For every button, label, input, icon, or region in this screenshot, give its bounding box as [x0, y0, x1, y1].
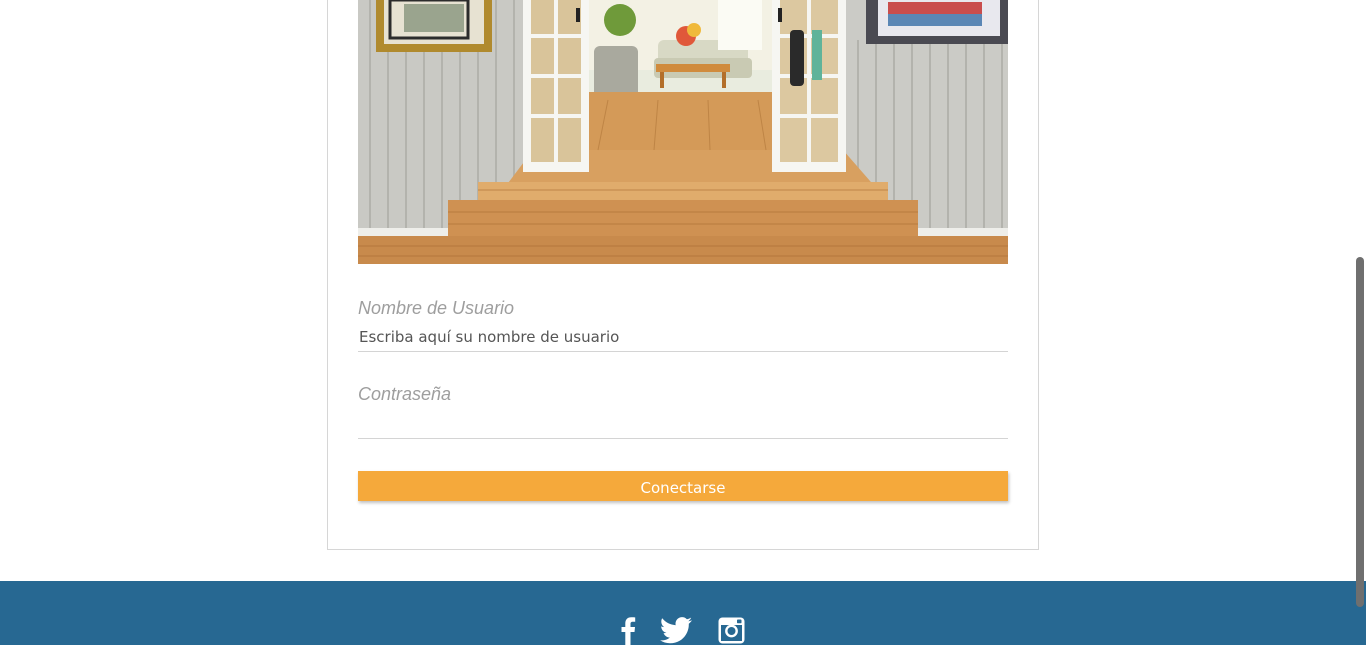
instagram-icon	[718, 617, 745, 644]
login-button[interactable]: Conectarse	[358, 471, 1008, 501]
password-label: Contraseña	[358, 384, 452, 404]
twitter-link[interactable]	[659, 614, 693, 645]
username-label: Nombre de Usuario	[358, 298, 515, 318]
facebook-icon	[621, 617, 636, 645]
username-input[interactable]	[358, 322, 1008, 352]
password-input[interactable]	[358, 409, 1008, 439]
hero-illustration	[358, 0, 1008, 264]
page: Nombre de Usuario Contraseña Conectarse	[0, 0, 1366, 645]
hero-image	[358, 0, 1008, 264]
facebook-link[interactable]	[620, 614, 636, 645]
scrollbar-thumb[interactable]	[1356, 257, 1364, 607]
instagram-link[interactable]	[717, 614, 746, 645]
twitter-icon	[660, 617, 692, 644]
